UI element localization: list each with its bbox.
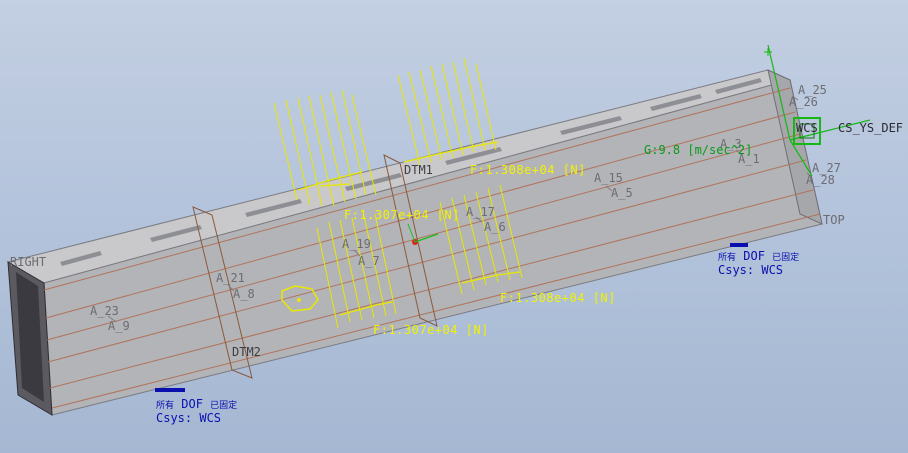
constraint-2-dof: DOF [743, 249, 765, 263]
constraint-1-csys: Csys: WCS [156, 410, 222, 425]
datum-label-right[interactable]: RIGHT [10, 256, 46, 268]
datum-label-dtm2[interactable]: DTM2 [232, 346, 261, 358]
constraint-1-prefix: 所有 [156, 401, 175, 411]
axis-label-a26[interactable]: A_26 [789, 96, 818, 108]
axis-label-a5[interactable]: A_5 [611, 187, 633, 199]
constraint-1-suffix: 已固定 [210, 401, 238, 411]
load-label-4[interactable]: F:1.307e+04 [N] [373, 324, 489, 336]
axis-label-a7[interactable]: A_7 [358, 255, 380, 267]
load-label-3[interactable]: F:1.308e+04 [N] [500, 292, 616, 304]
load-label-2[interactable]: F:1.308e+04 [N] [470, 164, 586, 176]
constraint-label-2[interactable]: 所有 DOF 已固定 Csys: WCS [718, 249, 800, 278]
axis-label-a21[interactable]: A_21 [216, 272, 245, 284]
axis-label-a9[interactable]: A_9 [108, 320, 130, 332]
constraint-bar-2 [730, 243, 748, 247]
constraint-bar-1 [155, 388, 185, 392]
graphics-viewport[interactable]: RIGHT TOP DTM1 DTM2 CS_YS_DEF WCS A_23 A… [0, 0, 908, 453]
datum-label-dtm1[interactable]: DTM1 [404, 164, 433, 176]
constraint-1-dof: DOF [181, 397, 203, 411]
load-label-1[interactable]: F:1.307e+04 [N] [344, 209, 460, 221]
axis-label-a28[interactable]: A_28 [806, 174, 835, 186]
constraint-2-suffix: 已固定 [772, 253, 800, 263]
axis-label-a19[interactable]: A_19 [342, 238, 371, 250]
model-scene[interactable] [0, 0, 908, 453]
constraint-label-1[interactable]: 所有 DOF 已固定 Csys: WCS [156, 397, 238, 426]
axis-label-a15[interactable]: A_15 [594, 172, 623, 184]
gravity-label[interactable]: G:9.8 [m/sec^2] [644, 144, 752, 156]
constraint-2-csys: Csys: WCS [718, 262, 784, 277]
axis-label-a23[interactable]: A_23 [90, 305, 119, 317]
csys-label-wcs[interactable]: WCS [796, 122, 818, 134]
datum-label-top[interactable]: TOP [823, 214, 845, 226]
constraint-2-prefix: 所有 [718, 253, 737, 263]
axis-label-a8[interactable]: A_8 [233, 288, 255, 300]
csys-label-def[interactable]: CS_YS_DEF [838, 122, 903, 134]
axis-label-a17[interactable]: A_17 [466, 206, 495, 218]
axis-label-a6[interactable]: A_6 [484, 221, 506, 233]
